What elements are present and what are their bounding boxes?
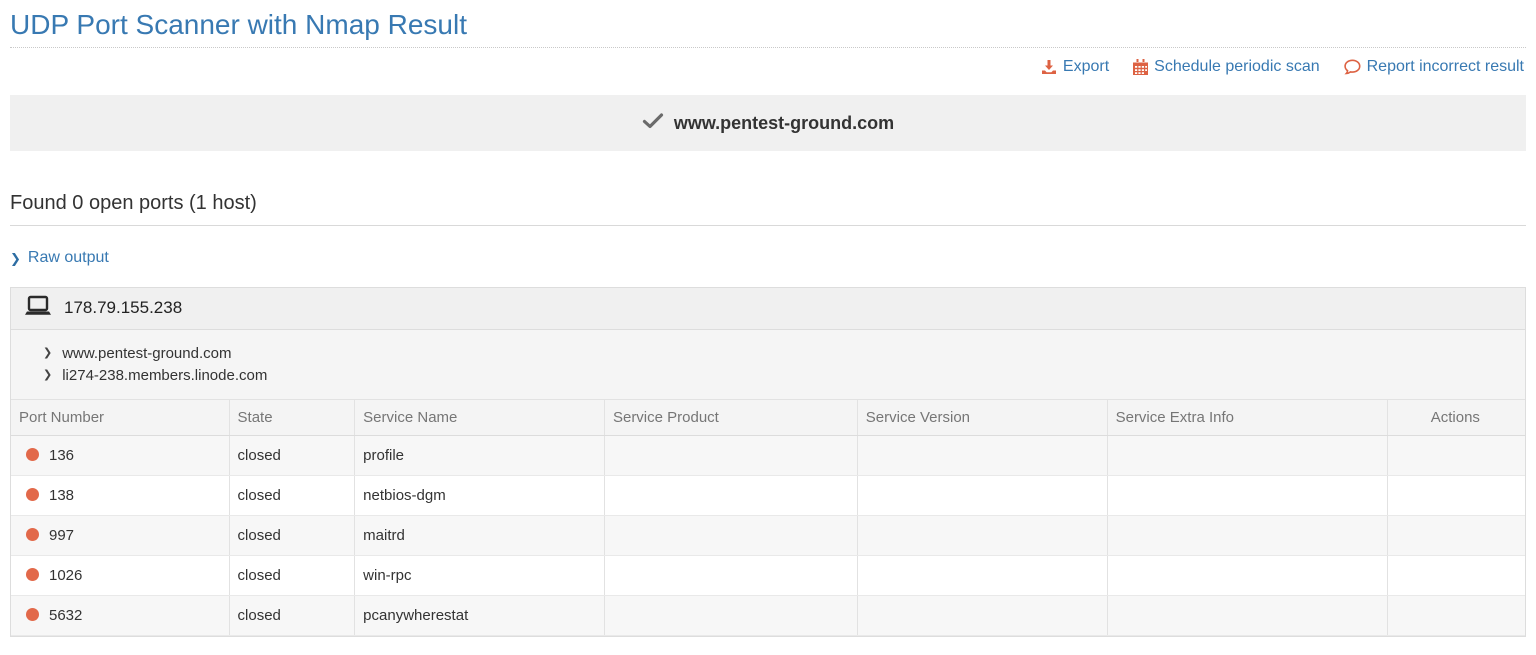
table-row: 1026 closed win-rpc [11,556,1525,596]
row-actions [1387,556,1525,596]
service-version [857,556,1107,596]
service-extra-info [1107,556,1387,596]
service-extra-info [1107,476,1387,516]
report-incorrect-result-button[interactable]: Report incorrect result [1344,58,1524,76]
port-state: closed [229,556,355,596]
port-state: closed [229,596,355,636]
schedule-periodic-scan-button[interactable]: Schedule periodic scan [1133,58,1319,76]
column-header-service-name: Service Name [355,400,605,436]
hostname-label: www.pentest-ground.com [62,343,231,365]
toolbar: Export Schedule periodic scan Report inc… [10,55,1526,79]
service-name: maitrd [355,516,605,556]
row-actions [1387,516,1525,556]
service-extra-info [1107,516,1387,556]
service-version [857,436,1107,476]
row-actions [1387,596,1525,636]
column-header-state: State [229,400,355,436]
host-panel: 178.79.155.238 ❯ www.pentest-ground.com … [10,287,1526,638]
closed-status-dot [26,608,39,621]
closed-status-dot [26,568,39,581]
service-version [857,476,1107,516]
service-version [857,596,1107,636]
hostname-item[interactable]: ❯ li274-238.members.linode.com [43,365,1511,387]
port-number: 5632 [49,607,82,624]
column-header-service-extra-info: Service Extra Info [1107,400,1387,436]
row-actions [1387,436,1525,476]
download-icon [1041,59,1057,75]
port-number: 1026 [49,567,82,584]
host-ip: 178.79.155.238 [64,298,182,318]
closed-status-dot [26,488,39,501]
service-name: netbios-dgm [355,476,605,516]
table-row: 997 closed maitrd [11,516,1525,556]
port-state: closed [229,436,355,476]
service-product [604,556,857,596]
schedule-label: Schedule periodic scan [1154,58,1319,76]
column-header-service-product: Service Product [604,400,857,436]
export-button[interactable]: Export [1041,58,1109,76]
service-product [604,476,857,516]
column-header-actions: Actions [1387,400,1525,436]
port-state: closed [229,516,355,556]
service-name: win-rpc [355,556,605,596]
table-header-row: Port Number State Service Name Service P… [11,400,1525,436]
port-number: 136 [49,447,74,464]
closed-status-dot [26,528,39,541]
port-number: 997 [49,527,74,544]
chevron-right-icon: ❯ [43,370,52,381]
raw-output-label: Raw output [28,249,109,267]
chevron-right-icon: ❯ [10,252,21,265]
service-product [604,596,857,636]
chevron-right-icon: ❯ [43,348,52,359]
target-hostname: www.pentest-ground.com [674,113,894,134]
column-header-service-version: Service Version [857,400,1107,436]
page-title: UDP Port Scanner with Nmap Result [10,8,1526,48]
hostname-item[interactable]: ❯ www.pentest-ground.com [43,343,1511,365]
hostnames-list: ❯ www.pentest-ground.com ❯ li274-238.mem… [11,330,1525,400]
table-row: 138 closed netbios-dgm [11,476,1525,516]
comment-icon [1344,59,1361,75]
ports-table: Port Number State Service Name Service P… [11,400,1525,637]
report-label: Report incorrect result [1367,58,1524,76]
host-panel-header: 178.79.155.238 [11,288,1525,330]
closed-status-dot [26,448,39,461]
laptop-icon [25,295,51,322]
target-banner: www.pentest-ground.com [10,95,1526,151]
table-row: 5632 closed pcanywherestat [11,596,1525,636]
port-number: 138 [49,487,74,504]
table-row: 136 closed profile [11,436,1525,476]
service-extra-info [1107,596,1387,636]
service-version [857,516,1107,556]
service-name: profile [355,436,605,476]
hostname-label: li274-238.members.linode.com [62,365,267,387]
service-product [604,436,857,476]
service-extra-info [1107,436,1387,476]
summary-heading: Found 0 open ports (1 host) [10,191,1526,226]
column-header-port-number: Port Number [11,400,229,436]
export-label: Export [1063,58,1109,76]
service-product [604,516,857,556]
port-state: closed [229,476,355,516]
row-actions [1387,476,1525,516]
raw-output-toggle[interactable]: ❯ Raw output [10,249,109,267]
check-icon [642,112,664,135]
calendar-icon [1133,59,1148,75]
service-name: pcanywherestat [355,596,605,636]
